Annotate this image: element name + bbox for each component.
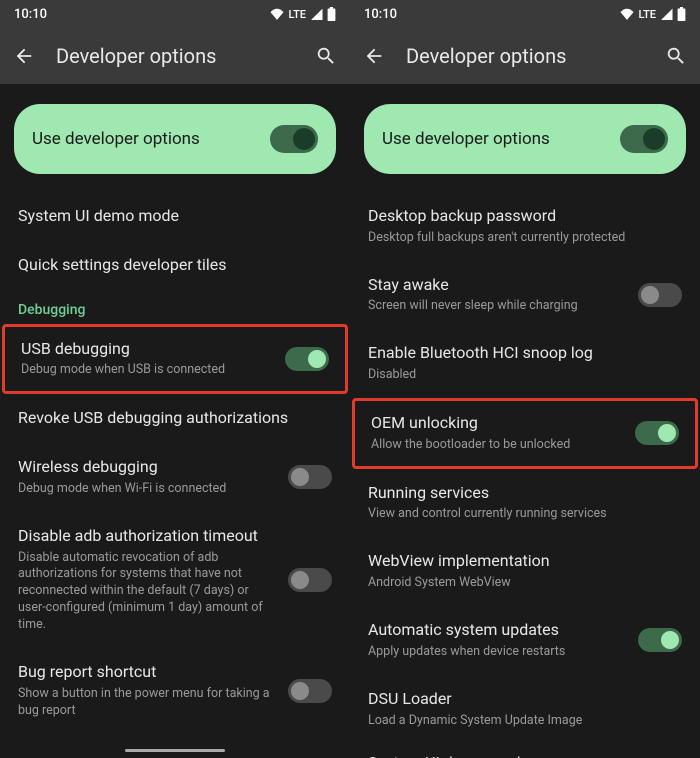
wifi-icon bbox=[270, 8, 284, 20]
row-subtitle: Apply updates when device restarts bbox=[368, 644, 626, 661]
use-developer-options-toggle[interactable]: Use developer options bbox=[364, 104, 686, 174]
row-subtitle: View and control currently running servi… bbox=[368, 506, 682, 523]
status-bar: 10:10 LTE bbox=[350, 0, 700, 28]
row-title: Desktop backup password bbox=[368, 206, 682, 227]
disable-adb-timeout-row[interactable]: Disable adb authorization timeout Disabl… bbox=[0, 512, 350, 648]
hero-switch[interactable] bbox=[620, 125, 668, 153]
page-title: Developer options bbox=[406, 44, 644, 68]
status-indicators: LTE bbox=[620, 7, 686, 21]
row-subtitle: Load a Dynamic System Update Image bbox=[368, 713, 682, 730]
row-subtitle: Screen will never sleep while charging bbox=[368, 298, 626, 315]
status-time: 10:10 bbox=[14, 7, 47, 22]
system-ui-demo-mode-row-2[interactable]: System UI demo mode bbox=[350, 743, 700, 758]
row-subtitle: Debug mode when USB is connected bbox=[21, 362, 273, 379]
bluetooth-hci-row[interactable]: Enable Bluetooth HCI snoop log Disabled bbox=[350, 329, 700, 398]
quick-settings-tiles-row[interactable]: Quick settings developer tiles bbox=[0, 241, 350, 290]
row-title: DSU Loader bbox=[368, 689, 682, 710]
system-ui-demo-mode-row[interactable]: System UI demo mode bbox=[0, 192, 350, 241]
status-bar: 10:10 LTE bbox=[0, 0, 350, 28]
row-title: Bug report shortcut bbox=[18, 662, 276, 683]
signal-icon bbox=[310, 8, 323, 20]
screen-left: 10:10 LTE Developer options Use develope… bbox=[0, 0, 350, 758]
row-subtitle: Debug mode when Wi-Fi is connected bbox=[18, 481, 276, 498]
content: Use developer options Desktop backup pas… bbox=[350, 84, 700, 758]
row-subtitle: Disabled bbox=[368, 367, 682, 384]
row-title: Disable adb authorization timeout bbox=[18, 526, 276, 547]
stay-awake-row[interactable]: Stay awake Screen will never sleep while… bbox=[350, 261, 700, 330]
hero-label: Use developer options bbox=[32, 129, 200, 149]
dsu-loader-row[interactable]: DSU Loader Load a Dynamic System Update … bbox=[350, 675, 700, 744]
row-title: USB debugging bbox=[21, 339, 273, 360]
running-services-row[interactable]: Running services View and control curren… bbox=[350, 469, 700, 538]
bug-report-shortcut-row[interactable]: Bug report shortcut Show a button in the… bbox=[0, 648, 350, 734]
row-title: Quick settings developer tiles bbox=[18, 255, 332, 276]
stay-awake-switch[interactable] bbox=[638, 283, 682, 307]
app-bar: Developer options bbox=[350, 28, 700, 84]
back-button[interactable] bbox=[362, 44, 386, 68]
automatic-system-updates-row[interactable]: Automatic system updates Apply updates w… bbox=[350, 606, 700, 675]
network-label: LTE bbox=[288, 8, 306, 21]
screen-right: 10:10 LTE Developer options Use develope… bbox=[350, 0, 700, 758]
usb-debugging-switch[interactable] bbox=[285, 347, 329, 371]
search-button[interactable] bbox=[664, 44, 688, 68]
page-title: Developer options bbox=[56, 44, 294, 68]
use-developer-options-toggle[interactable]: Use developer options bbox=[14, 104, 336, 174]
wireless-debugging-row[interactable]: Wireless debugging Debug mode when Wi-Fi… bbox=[0, 443, 350, 512]
wifi-icon bbox=[620, 8, 634, 20]
search-icon bbox=[315, 45, 337, 67]
row-title: Revoke USB debugging authorizations bbox=[18, 408, 332, 429]
row-subtitle: Show a button in the power menu for taki… bbox=[18, 686, 276, 720]
oem-unlocking-row[interactable]: OEM unlocking Allow the bootloader to be… bbox=[355, 401, 695, 466]
content: Use developer options System UI demo mod… bbox=[0, 84, 350, 758]
row-title: Running services bbox=[368, 483, 682, 504]
arrow-back-icon bbox=[13, 45, 35, 67]
nav-handle[interactable] bbox=[125, 749, 225, 752]
back-button[interactable] bbox=[12, 44, 36, 68]
search-button[interactable] bbox=[314, 44, 338, 68]
wireless-debugging-switch[interactable] bbox=[288, 465, 332, 489]
battery-icon bbox=[677, 7, 686, 21]
section-header-debugging: Debugging bbox=[0, 290, 350, 324]
usb-debugging-row[interactable]: USB debugging Debug mode when USB is con… bbox=[5, 327, 345, 392]
search-icon bbox=[665, 45, 687, 67]
signal-icon bbox=[660, 8, 673, 20]
hero-switch[interactable] bbox=[270, 125, 318, 153]
row-title: Enable Bluetooth HCI snoop log bbox=[368, 343, 682, 364]
arrow-back-icon bbox=[363, 45, 385, 67]
row-title: System UI demo mode bbox=[18, 206, 332, 227]
row-subtitle: Android System WebView bbox=[368, 575, 682, 592]
row-subtitle: Disable automatic revocation of adb auth… bbox=[18, 550, 276, 634]
hero-label: Use developer options bbox=[382, 129, 550, 149]
automatic-updates-switch[interactable] bbox=[638, 628, 682, 652]
row-subtitle: Allow the bootloader to be unlocked bbox=[371, 437, 623, 454]
row-title: Wireless debugging bbox=[18, 457, 276, 478]
row-title: System UI demo mode bbox=[368, 753, 682, 758]
disable-adb-timeout-switch[interactable] bbox=[288, 568, 332, 592]
app-bar: Developer options bbox=[0, 28, 350, 84]
status-time: 10:10 bbox=[364, 7, 397, 22]
row-title: WebView implementation bbox=[368, 551, 682, 572]
webview-implementation-row[interactable]: WebView implementation Android System We… bbox=[350, 537, 700, 606]
desktop-backup-password-row[interactable]: Desktop backup password Desktop full bac… bbox=[350, 192, 700, 261]
revoke-usb-auth-row[interactable]: Revoke USB debugging authorizations bbox=[0, 394, 350, 443]
highlight-usb-debugging: USB debugging Debug mode when USB is con… bbox=[2, 324, 348, 395]
row-subtitle: Desktop full backups aren't currently pr… bbox=[368, 230, 682, 247]
row-title: OEM unlocking bbox=[371, 413, 623, 434]
status-indicators: LTE bbox=[270, 7, 336, 21]
highlight-oem-unlocking: OEM unlocking Allow the bootloader to be… bbox=[352, 398, 698, 469]
row-title: Automatic system updates bbox=[368, 620, 626, 641]
bug-report-switch[interactable] bbox=[288, 679, 332, 703]
row-title: Stay awake bbox=[368, 275, 626, 296]
oem-unlocking-switch[interactable] bbox=[635, 421, 679, 445]
battery-icon bbox=[327, 7, 336, 21]
network-label: LTE bbox=[638, 8, 656, 21]
